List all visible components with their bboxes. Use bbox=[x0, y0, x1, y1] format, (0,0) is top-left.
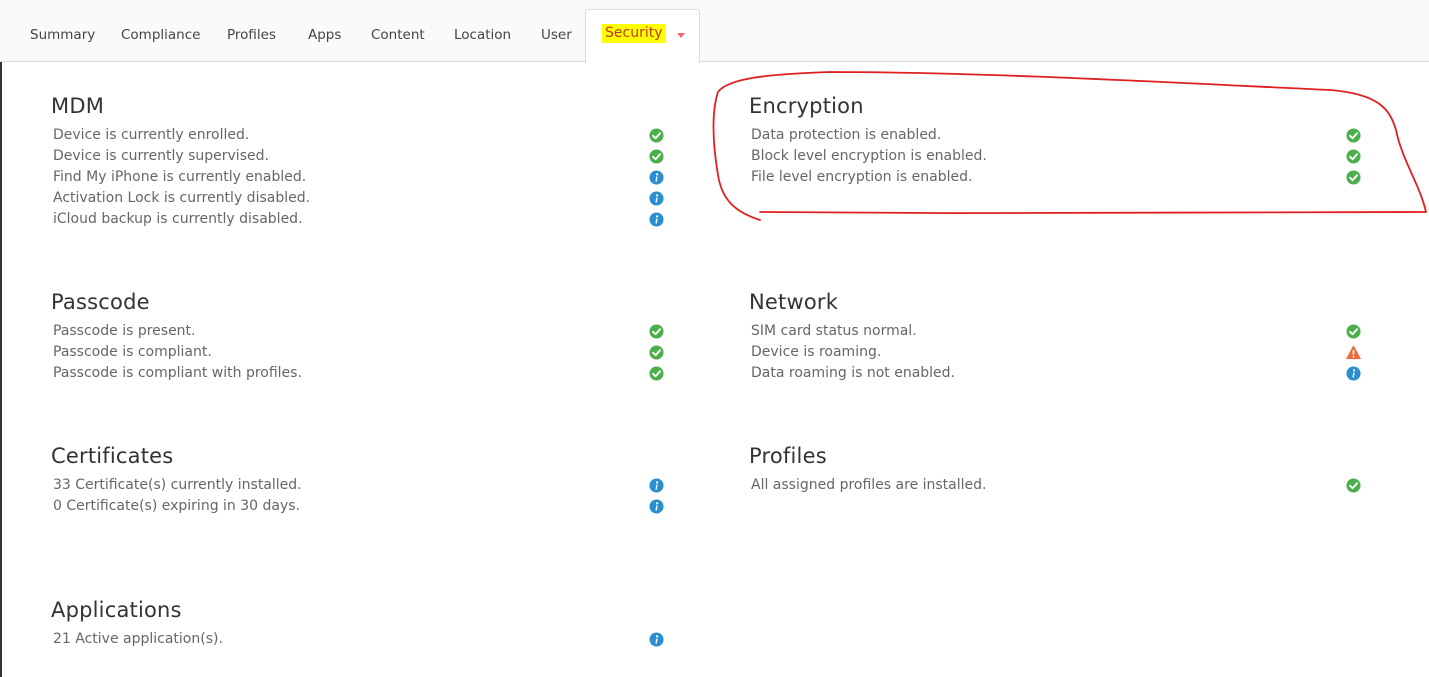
tab-compliance[interactable]: Compliance bbox=[121, 27, 200, 43]
status-row: Device is currently supervised. bbox=[51, 146, 664, 167]
tab-content[interactable]: Content bbox=[371, 27, 425, 43]
check-icon bbox=[1346, 324, 1361, 339]
check-icon bbox=[649, 324, 664, 339]
section-title: Applications bbox=[51, 598, 182, 622]
status-text: iCloud backup is currently disabled. bbox=[53, 211, 303, 227]
tab-summary[interactable]: Summary bbox=[30, 27, 95, 43]
info-icon bbox=[649, 170, 664, 185]
status-text: Device is currently enrolled. bbox=[53, 127, 250, 143]
status-text: Passcode is present. bbox=[53, 323, 196, 339]
tab-profiles[interactable]: Profiles bbox=[227, 27, 276, 43]
status-row: Device is roaming. bbox=[749, 342, 1361, 363]
status-row: Passcode is present. bbox=[51, 321, 664, 342]
section-applications: Applications 21 Active application(s). bbox=[51, 598, 664, 650]
status-text: Passcode is compliant with profiles. bbox=[53, 365, 302, 381]
status-row: Block level encryption is enabled. bbox=[749, 146, 1361, 167]
tab-location[interactable]: Location bbox=[454, 27, 511, 43]
tab-apps[interactable]: Apps bbox=[308, 27, 341, 43]
status-text: Data roaming is not enabled. bbox=[751, 365, 956, 381]
info-icon bbox=[649, 478, 664, 493]
check-icon bbox=[1346, 170, 1361, 185]
section-certificates: Certificates 33 Certificate(s) currently … bbox=[51, 444, 664, 517]
check-icon bbox=[649, 128, 664, 143]
status-row: Activation Lock is currently disabled. bbox=[51, 188, 664, 209]
section-title: Network bbox=[749, 290, 839, 314]
section-title: Profiles bbox=[749, 444, 827, 468]
status-text: Device is currently supervised. bbox=[53, 148, 269, 164]
status-text: All assigned profiles are installed. bbox=[751, 477, 987, 493]
status-row: SIM card status normal. bbox=[749, 321, 1361, 342]
status-row: Find My iPhone is currently enabled. bbox=[51, 167, 664, 188]
status-text: SIM card status normal. bbox=[751, 323, 917, 339]
status-row: 33 Certificate(s) currently installed. bbox=[51, 475, 664, 496]
section-title: Certificates bbox=[51, 444, 174, 468]
info-icon bbox=[1346, 366, 1361, 381]
section-profiles: Profiles All assigned profiles are instal… bbox=[749, 444, 1361, 496]
status-text: File level encryption is enabled. bbox=[751, 169, 973, 185]
check-icon bbox=[1346, 128, 1361, 143]
status-row: Data roaming is not enabled. bbox=[749, 363, 1361, 384]
section-title: Passcode bbox=[51, 290, 150, 314]
section-title: Encryption bbox=[749, 94, 864, 118]
status-row: Data protection is enabled. bbox=[749, 125, 1361, 146]
check-icon bbox=[1346, 478, 1361, 493]
info-icon bbox=[649, 191, 664, 206]
info-icon bbox=[649, 212, 664, 227]
status-row: 0 Certificate(s) expiring in 30 days. bbox=[51, 496, 664, 517]
dropdown-caret-icon[interactable] bbox=[677, 33, 685, 38]
section-encryption: Encryption Data protection is enabled. Blo… bbox=[749, 94, 1361, 188]
warning-icon bbox=[1346, 345, 1361, 360]
status-text: Block level encryption is enabled. bbox=[751, 148, 987, 164]
status-text: Data protection is enabled. bbox=[751, 127, 942, 143]
status-row: All assigned profiles are installed. bbox=[749, 475, 1361, 496]
status-text: Passcode is compliant. bbox=[53, 344, 212, 360]
status-row: iCloud backup is currently disabled. bbox=[51, 209, 664, 230]
status-text: Activation Lock is currently disabled. bbox=[53, 190, 311, 206]
status-row: Passcode is compliant with profiles. bbox=[51, 363, 664, 384]
section-mdm: MDM Device is currently enrolled. Device i… bbox=[51, 94, 664, 230]
check-icon bbox=[649, 366, 664, 381]
status-row: Device is currently enrolled. bbox=[51, 125, 664, 146]
check-icon bbox=[1346, 149, 1361, 164]
tab-security[interactable]: Security bbox=[585, 9, 700, 63]
info-icon bbox=[649, 499, 664, 514]
status-text: Find My iPhone is currently enabled. bbox=[53, 169, 307, 185]
section-passcode: Passcode Passcode is present. Passcode is … bbox=[51, 290, 664, 384]
info-icon bbox=[649, 632, 664, 647]
status-row: Passcode is compliant. bbox=[51, 342, 664, 363]
left-border bbox=[0, 62, 2, 677]
check-icon bbox=[649, 345, 664, 360]
section-network: Network SIM card status normal. Device is … bbox=[749, 290, 1361, 384]
status-text: 0 Certificate(s) expiring in 30 days. bbox=[53, 498, 301, 514]
tab-bar: Summary Compliance Profiles Apps Content… bbox=[0, 0, 1429, 63]
check-icon bbox=[649, 149, 664, 164]
tab-user[interactable]: User bbox=[541, 27, 572, 43]
status-row: File level encryption is enabled. bbox=[749, 167, 1361, 188]
tab-security-label: Security bbox=[602, 24, 666, 43]
annotation-circle bbox=[712, 71, 1427, 221]
status-text: 33 Certificate(s) currently installed. bbox=[53, 477, 302, 493]
status-row: 21 Active application(s). bbox=[51, 629, 664, 650]
status-text: 21 Active application(s). bbox=[53, 631, 223, 647]
section-title: MDM bbox=[51, 94, 105, 118]
status-text: Device is roaming. bbox=[751, 344, 882, 360]
